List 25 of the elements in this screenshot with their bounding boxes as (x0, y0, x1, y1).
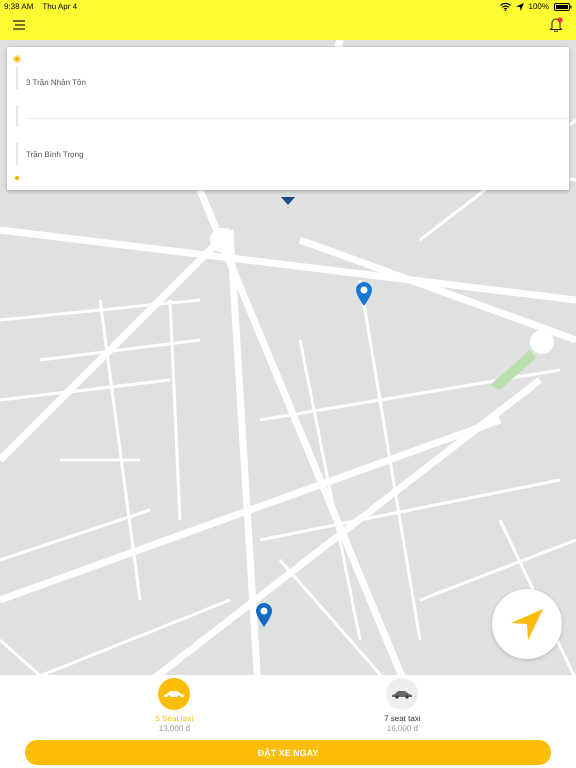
battery-percent: 100% (528, 2, 549, 11)
status-date: Thu Apr 4 (42, 2, 78, 11)
roundabout (530, 330, 554, 354)
vehicle-option[interactable]: 7 seat taxi 16,000 đ (384, 678, 421, 733)
battery-icon (554, 2, 572, 10)
park-area (490, 350, 536, 390)
wifi-icon (500, 2, 511, 10)
address-text[interactable]: Trần Bình Trọng (26, 150, 84, 159)
map-pin-icon[interactable] (256, 603, 272, 627)
menu-icon[interactable] (13, 20, 25, 30)
location-marker-icon (281, 197, 295, 205)
status-time: 9:38 AM (4, 2, 34, 11)
car-icon (158, 678, 190, 710)
map-pin-icon[interactable] (356, 282, 372, 306)
navigation-arrow-icon (510, 607, 544, 641)
vehicle-price: 13,000 đ (158, 724, 190, 733)
map-view[interactable]: 3 Trần Nhân Tôn Trần Bình Trọng (0, 40, 576, 675)
vehicle-name: 5 Seat taxi (155, 714, 194, 723)
vehicle-name: 7 seat taxi (384, 714, 421, 723)
address-text[interactable]: 3 Trần Nhân Tôn (26, 78, 86, 87)
location-arrow-icon (516, 2, 524, 10)
route-line-icon (12, 55, 22, 183)
notification-bell-icon[interactable] (549, 17, 563, 32)
vehicle-price: 16,000 đ (386, 724, 418, 733)
car-icon (386, 678, 418, 710)
